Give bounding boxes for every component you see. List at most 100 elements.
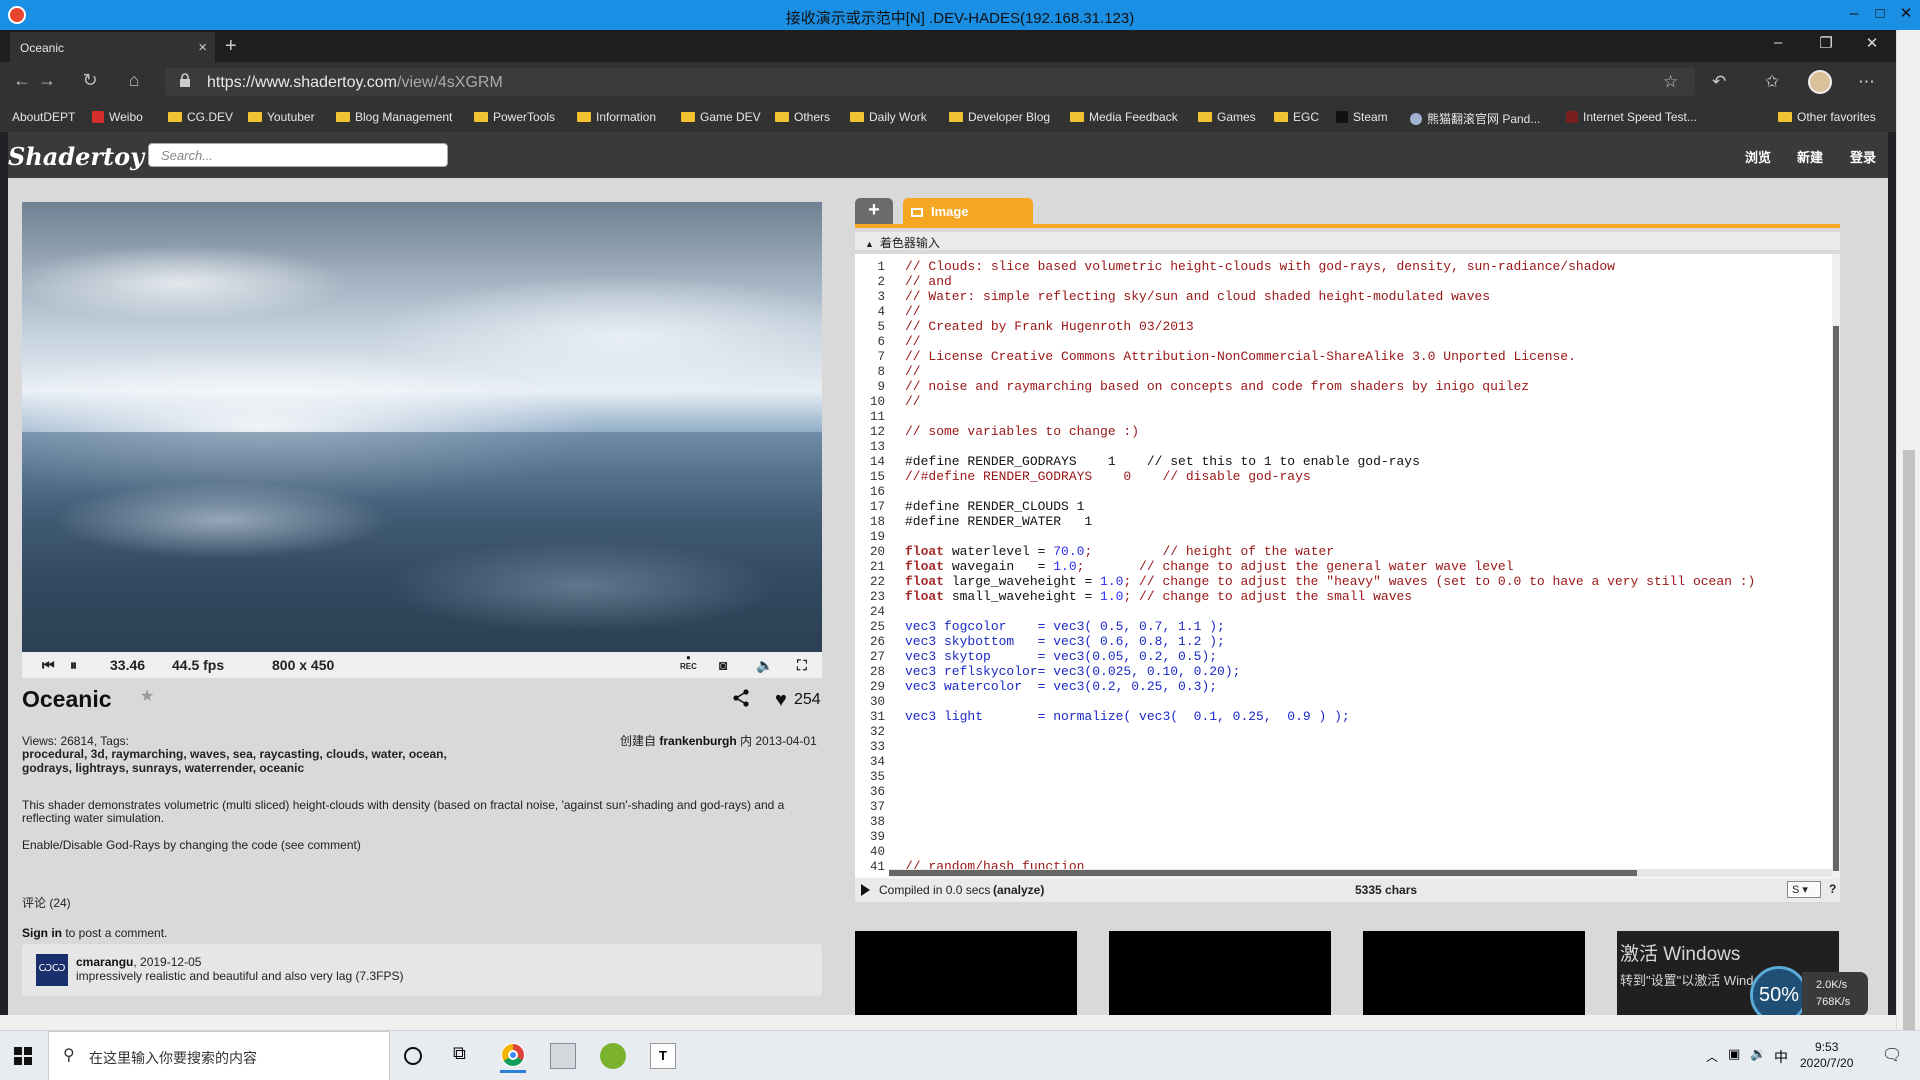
author-link[interactable]: frankenburgh bbox=[659, 734, 736, 748]
tab-close-icon[interactable]: × bbox=[198, 39, 207, 56]
bookmark-folder[interactable]: Others bbox=[775, 110, 830, 124]
bookmark-folder[interactable]: Daily Work bbox=[850, 110, 927, 124]
share-icon[interactable] bbox=[732, 689, 750, 707]
record-icon[interactable]: ● REC bbox=[680, 653, 697, 671]
window-vertical-scrollbar[interactable] bbox=[1896, 30, 1920, 1030]
signin-link[interactable]: Sign in bbox=[22, 926, 62, 940]
bookmark-item[interactable]: Internet Speed Test... bbox=[1566, 110, 1697, 124]
line-number: 13 bbox=[869, 440, 885, 454]
channel-1[interactable] bbox=[1109, 931, 1331, 1021]
add-pass-button[interactable]: + bbox=[855, 198, 893, 224]
taskbar-search-input[interactable]: ⚲ 在这里输入你要搜索的内容 bbox=[48, 1031, 390, 1080]
scroll-thumb[interactable] bbox=[889, 870, 1637, 876]
app-taskbar-icon[interactable] bbox=[550, 1043, 576, 1069]
tab-image[interactable]: Image bbox=[903, 198, 1033, 224]
line-number: 33 bbox=[869, 740, 885, 754]
window-horizontal-scrollbar[interactable] bbox=[0, 1015, 1896, 1030]
bookmark-folder[interactable]: Developer Blog bbox=[949, 110, 1050, 124]
search-input[interactable]: Search... bbox=[148, 143, 448, 167]
bookmark-item[interactable]: Weibo bbox=[92, 110, 143, 124]
back-icon[interactable]: ← bbox=[8, 70, 36, 94]
editor-horizontal-scrollbar[interactable] bbox=[889, 869, 1832, 877]
nav-browse[interactable]: 浏览 bbox=[1745, 147, 1771, 166]
tags-line-1[interactable]: procedural, 3d, raymarching, waves, sea,… bbox=[22, 747, 447, 761]
bookmark-folder[interactable]: EGC bbox=[1274, 110, 1319, 124]
channel-2[interactable] bbox=[1363, 931, 1585, 1021]
tags-line-2[interactable]: godrays, lightrays, sunrays, waterrender… bbox=[22, 761, 304, 775]
scroll-thumb[interactable] bbox=[1833, 326, 1839, 871]
comment-user[interactable]: cmarangu bbox=[76, 955, 133, 969]
volume-tray-icon[interactable]: 🔉 bbox=[1750, 1046, 1766, 1062]
favorites-icon[interactable]: ✩ bbox=[1765, 72, 1779, 92]
notification-icon[interactable]: 🗨 bbox=[1882, 1045, 1902, 1065]
favorite-star-icon[interactable]: ☆ bbox=[1663, 72, 1678, 92]
tray-chevron-icon[interactable]: ︿ bbox=[1706, 1048, 1718, 1065]
shader-inputs-toggle[interactable]: ▲ 着色器输入 bbox=[855, 232, 1840, 250]
browser-close-icon[interactable]: ✕ bbox=[1852, 34, 1892, 52]
code-line: vec3 watercolor = vec3(0.2, 0.25, 0.3); bbox=[905, 679, 1218, 694]
fullscreen-icon[interactable]: ⛶ bbox=[797, 657, 807, 674]
favorite-star-icon[interactable]: ★ bbox=[140, 686, 154, 706]
bookmark-folder[interactable]: Blog Management bbox=[336, 110, 452, 124]
restore-icon[interactable]: □ bbox=[1868, 2, 1892, 26]
signin-line: Sign in to post a comment. bbox=[22, 926, 168, 940]
url-field[interactable]: https://www.shadertoy.com/view/4sXGRM bbox=[165, 68, 1695, 96]
heart-icon[interactable]: ♥ bbox=[775, 689, 787, 712]
comments-count: 评论 (24) bbox=[22, 896, 71, 910]
new-tab-icon[interactable]: + bbox=[225, 35, 237, 58]
help-icon[interactable]: ? bbox=[1829, 882, 1836, 896]
compile-play-icon[interactable] bbox=[861, 884, 870, 896]
line-number: 32 bbox=[869, 725, 885, 739]
font-size-select[interactable]: S ▾ bbox=[1787, 881, 1821, 898]
typora-taskbar-icon[interactable]: T bbox=[650, 1043, 676, 1069]
bookmark-folder[interactable]: Information bbox=[577, 110, 656, 124]
bookmark-folder[interactable]: Game DEV bbox=[681, 110, 761, 124]
pause-icon[interactable]: ⏸ bbox=[70, 657, 77, 674]
browser-restore-icon[interactable]: ❐ bbox=[1806, 34, 1846, 52]
vr-icon[interactable]: ◙ bbox=[719, 657, 727, 673]
browser-minimize-icon[interactable]: – bbox=[1758, 34, 1798, 51]
home-icon[interactable]: ⌂ bbox=[120, 70, 148, 94]
line-number: 23 bbox=[869, 590, 885, 604]
ime-indicator[interactable]: 中 bbox=[1774, 1047, 1788, 1067]
rewind-icon[interactable]: ⏮ bbox=[42, 657, 55, 674]
clock[interactable]: 9:53 2020/7/20 bbox=[1800, 1039, 1853, 1071]
refresh-icon[interactable]: ↻ bbox=[76, 70, 104, 94]
forward-icon[interactable]: → bbox=[33, 70, 61, 94]
steam-icon bbox=[1336, 111, 1348, 123]
minimize-icon[interactable]: – bbox=[1842, 2, 1866, 26]
tab-oceanic[interactable]: Oceanic × bbox=[10, 32, 215, 62]
chrome-taskbar-icon[interactable] bbox=[500, 1039, 526, 1073]
line-number: 9 bbox=[877, 380, 885, 394]
bookmark-folder[interactable]: Youtuber bbox=[248, 110, 315, 124]
bookmark-item[interactable]: AboutDEPT bbox=[12, 110, 75, 124]
channel-0[interactable] bbox=[855, 931, 1077, 1021]
bookmark-folder[interactable]: CG.DEV bbox=[168, 110, 233, 124]
network-tray-icon[interactable]: ▣ bbox=[1728, 1046, 1740, 1062]
analyze-link[interactable]: (analyze) bbox=[993, 883, 1044, 897]
code-editor[interactable]: 1 2 3 4 5 6 7 8 9 10 11 12 13 14 15 16 1 bbox=[855, 254, 1840, 878]
shadertoy-logo[interactable]: Shadertoy bbox=[8, 142, 144, 171]
close-icon[interactable]: ✕ bbox=[1894, 2, 1918, 26]
wechat-taskbar-icon[interactable] bbox=[600, 1043, 626, 1069]
nav-new[interactable]: 新建 bbox=[1797, 147, 1823, 166]
volume-icon[interactable]: 🔈 bbox=[756, 657, 773, 674]
tab-title: Oceanic bbox=[20, 41, 65, 55]
profile-avatar[interactable] bbox=[1808, 70, 1832, 94]
cortana-icon[interactable] bbox=[404, 1047, 422, 1065]
bookmark-folder[interactable]: PowerTools bbox=[474, 110, 555, 124]
task-view-icon[interactable]: ⧉ bbox=[453, 1043, 479, 1069]
line-number: 29 bbox=[869, 680, 885, 694]
scroll-thumb[interactable] bbox=[1903, 450, 1915, 1030]
bookmark-folder[interactable]: Media Feedback bbox=[1070, 110, 1178, 124]
bookmark-other-favorites[interactable]: Other favorites bbox=[1778, 110, 1876, 124]
bookmark-item[interactable]: Steam bbox=[1336, 110, 1388, 124]
read-aloud-icon[interactable]: ↶ bbox=[1712, 72, 1726, 92]
more-icon[interactable]: ⋯ bbox=[1858, 72, 1875, 92]
nav-login[interactable]: 登录 bbox=[1850, 147, 1876, 166]
bookmark-item[interactable]: 熊猫翻滚官网 Pand... bbox=[1410, 110, 1540, 127]
windows-start-icon[interactable] bbox=[14, 1047, 32, 1065]
bookmark-folder[interactable]: Games bbox=[1198, 110, 1256, 124]
editor-vertical-scrollbar[interactable] bbox=[1832, 254, 1840, 878]
shader-canvas[interactable] bbox=[22, 202, 822, 652]
